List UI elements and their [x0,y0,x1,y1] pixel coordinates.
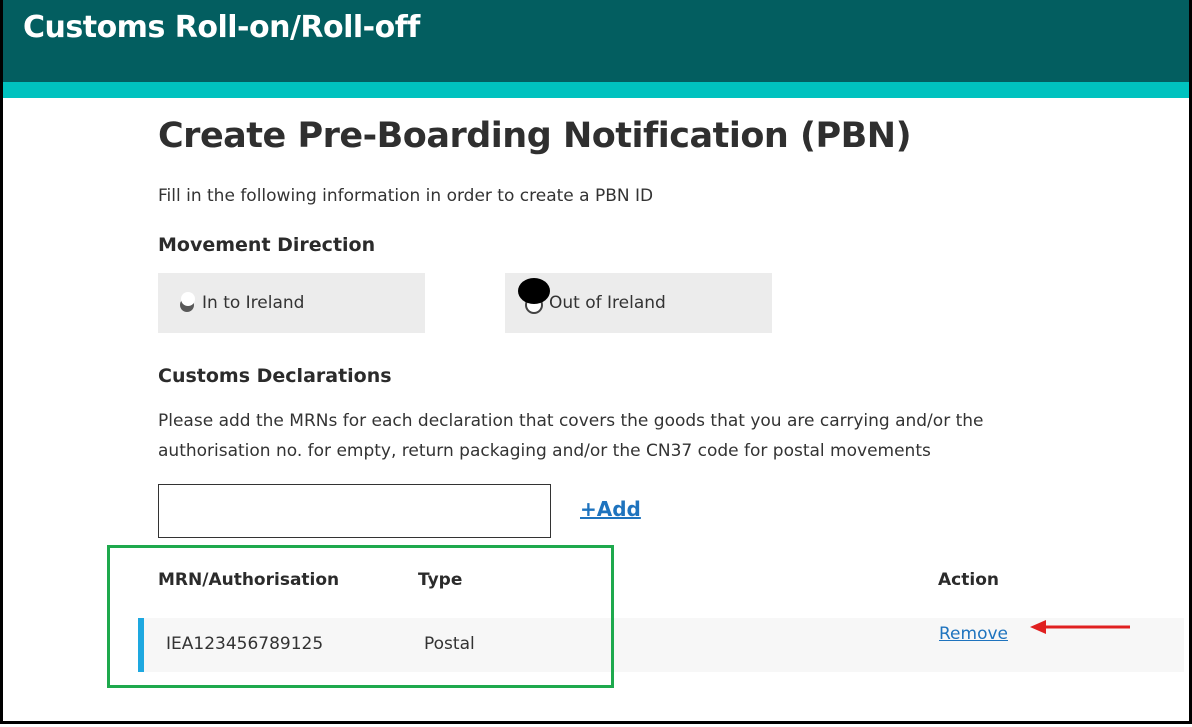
page-title: Create Pre-Boarding Notification (PBN) [158,116,912,156]
column-header-type: Type [418,570,463,590]
header-accent-bar [3,82,1189,98]
selection-marker-icon [518,278,550,304]
app-header: Customs Roll-on/Roll-off [3,0,1189,82]
column-header-action: Action [938,570,999,590]
radio-circle-icon [178,292,196,314]
row-type-value: Postal [424,634,475,654]
page-intro: Fill in the following information in ord… [158,186,654,206]
customs-declarations-label: Customs Declarations [158,365,392,387]
remove-link[interactable]: Remove [939,624,1008,644]
add-mrn-link[interactable]: +Add [580,497,641,521]
red-arrow-icon [1030,620,1130,634]
window-frame [0,0,1192,724]
radio-in-to-ireland[interactable]: In to Ireland [158,273,425,333]
radio-label-in: In to Ireland [202,293,305,313]
mrn-input[interactable] [158,484,551,538]
radio-label-out: Out of Ireland [549,293,666,313]
row-mrn-value: IEA123456789125 [166,634,324,654]
customs-declarations-description: Please add the MRNs for each declaration… [158,411,984,461]
row-accent-bar [138,618,144,672]
app-title: Customs Roll-on/Roll-off [23,10,420,45]
movement-direction-label: Movement Direction [158,234,376,256]
column-header-mrn: MRN/Authorisation [158,570,340,590]
